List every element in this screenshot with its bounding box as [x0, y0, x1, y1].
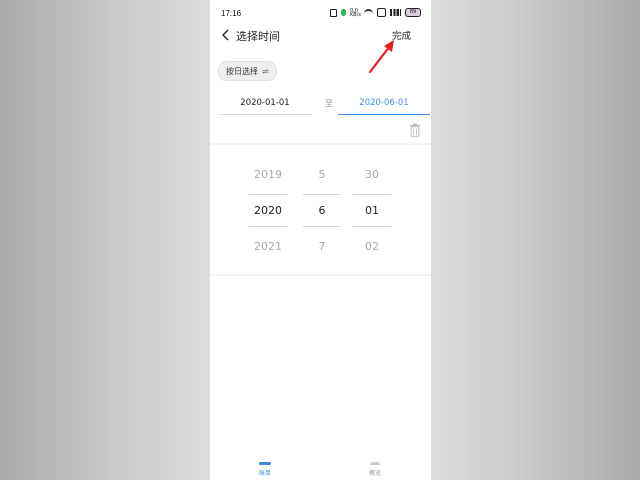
day-selected[interactable]: 01: [347, 204, 397, 217]
day-option[interactable]: 30: [347, 168, 397, 181]
year-selected[interactable]: 2020: [243, 204, 293, 217]
month-selected[interactable]: 6: [297, 204, 347, 217]
swap-icon: ⇌: [262, 66, 269, 76]
divider: [210, 274, 431, 276]
back-arrow-icon[interactable]: [220, 29, 232, 41]
trash-icon[interactable]: [409, 123, 421, 137]
month-option[interactable]: 5: [297, 168, 347, 181]
status-bar: 17:16 0.0 KB/s 89: [210, 0, 431, 24]
year-wheel[interactable]: 2019 2020 2021: [243, 160, 293, 270]
overview-tab-icon: [370, 462, 380, 465]
day-wheel[interactable]: 30 01 02: [347, 160, 397, 270]
app-notification-icon: [341, 9, 346, 16]
status-time: 17:16: [221, 9, 242, 18]
annotation-arrow-icon: [368, 40, 394, 74]
day-option[interactable]: 02: [347, 240, 397, 253]
month-wheel[interactable]: 5 6 7: [297, 160, 347, 270]
start-date-field[interactable]: 2020-01-01: [218, 92, 312, 115]
selection-line: [303, 226, 341, 227]
status-icons: 0.0 KB/s 89: [330, 8, 421, 17]
tab-overview-label: 概览: [368, 470, 381, 477]
selection-line: [249, 194, 287, 195]
selection-line: [303, 194, 341, 195]
selection-line: [353, 194, 391, 195]
selection-line: [353, 226, 391, 227]
sim-icon: [377, 8, 386, 17]
bills-tab-icon: [259, 462, 271, 465]
date-range: 2020-01-01 至 2020-06-01: [218, 92, 430, 116]
battery-icon: 89: [405, 8, 421, 17]
date-mode-label: 按日选择: [226, 66, 258, 76]
page-title: 选择时间: [236, 30, 280, 43]
selection-line: [249, 226, 287, 227]
wifi-icon: [364, 8, 373, 17]
bottom-tab-bar: 账单 概览: [210, 456, 431, 480]
divider: [210, 143, 431, 145]
date-wheel-picker[interactable]: 2019 2020 2021 5 6 7 30 01 02: [210, 160, 431, 270]
year-option[interactable]: 2019: [243, 168, 293, 181]
tab-bills-label: 账单: [258, 470, 271, 477]
tab-bills[interactable]: 账单: [235, 456, 295, 480]
network-speed: 0.0 KB/s: [350, 7, 361, 18]
month-option[interactable]: 7: [297, 240, 347, 253]
year-option[interactable]: 2021: [243, 240, 293, 253]
end-date-field[interactable]: 2020-06-01: [338, 92, 430, 115]
signal-icon: [390, 9, 401, 16]
tab-overview[interactable]: 概览: [345, 456, 405, 480]
bluetooth-icon: [330, 8, 337, 17]
date-mode-toggle[interactable]: 按日选择 ⇌: [218, 61, 277, 81]
